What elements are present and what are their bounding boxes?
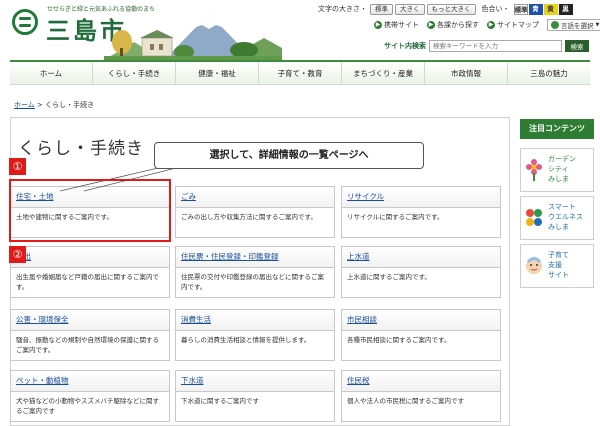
annotation-highlight-box — [9, 179, 171, 242]
annotation-marker-1: ① — [9, 158, 26, 175]
annotation-callout: 選択して、詳細情報の一覧ページへ — [154, 142, 424, 169]
annotation-marker-2: ② — [9, 246, 26, 263]
